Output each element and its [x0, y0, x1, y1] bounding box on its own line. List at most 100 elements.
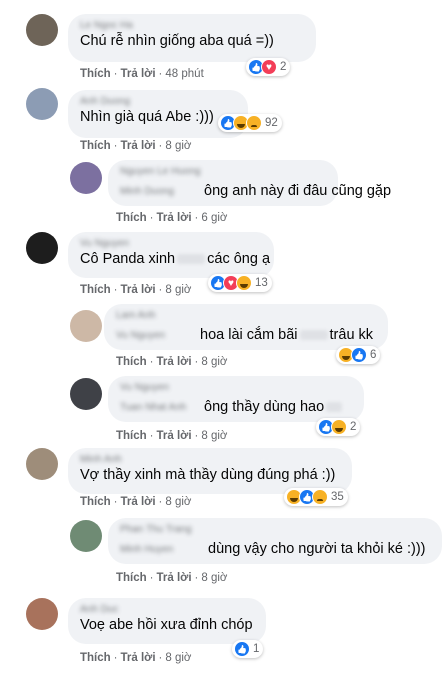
reactions-summary[interactable]: 92 — [218, 114, 282, 132]
like-button[interactable]: Thích — [80, 68, 111, 80]
avatar[interactable] — [26, 14, 58, 46]
like-button[interactable]: Thích — [116, 212, 147, 224]
sad-icon — [312, 489, 328, 505]
author-name[interactable]: Minh Anh — [80, 454, 340, 466]
timestamp[interactable]: 8 giờ — [201, 572, 227, 584]
timestamp[interactable]: 8 giờ — [165, 652, 191, 664]
censored-text — [299, 330, 328, 341]
comment-text: ông thầy dùng hao — [204, 398, 344, 417]
reply-button[interactable]: Trả lời — [157, 430, 192, 442]
reply-button[interactable]: Trả lời — [121, 140, 156, 152]
reactions-summary[interactable]: 6 — [336, 346, 381, 364]
comment-actions: Thích · Trả lời · 8 giờ — [80, 652, 191, 664]
avatar[interactable] — [26, 232, 58, 264]
comment-text: ông anh này đi đâu cũng gặp — [204, 183, 392, 199]
avatar[interactable] — [70, 310, 102, 342]
comment-text-part: trâu kk — [329, 327, 374, 343]
timestamp[interactable]: 8 giờ — [165, 496, 191, 508]
comment-text-part: ông thầy dùng hao — [204, 399, 325, 415]
author-name[interactable]: Anh Duong — [80, 96, 236, 108]
censored-text — [326, 402, 343, 413]
reactions-summary[interactable]: 2 — [246, 58, 291, 76]
timestamp[interactable]: 8 giờ — [201, 430, 227, 442]
comment-text: Vợ thầy xinh mà thầy dùng đúng phá :)) — [80, 467, 336, 483]
comment-text: Chú rễ nhìn giống aba quá =)) — [80, 33, 274, 49]
comment-bubble: Vu Nguyen Tuan Nhat Anh ông thầy dùng ha… — [108, 376, 364, 422]
reply-button[interactable]: Trả lời — [121, 496, 156, 508]
comment-text: dùng vậy cho người ta khỏi ké :))) — [208, 541, 426, 557]
timestamp[interactable]: 8 giờ — [165, 284, 191, 296]
like-button[interactable]: Thích — [80, 140, 111, 152]
like-button[interactable]: Thích — [116, 430, 147, 442]
like-button[interactable]: Thích — [116, 572, 147, 584]
reply-button[interactable]: Trả lời — [121, 68, 156, 80]
comment-text-part: Cô Panda xinh — [80, 251, 176, 267]
comment-actions: Thích · Trả lời · 8 giờ — [80, 284, 191, 296]
reply-button[interactable]: Trả lời — [121, 652, 156, 664]
timestamp[interactable]: 8 giờ — [201, 356, 227, 368]
reply-button[interactable]: Trả lời — [121, 284, 156, 296]
reply-button[interactable]: Trả lời — [157, 356, 192, 368]
reply-button[interactable]: Trả lời — [157, 572, 192, 584]
separator: · — [149, 356, 154, 368]
comment-text-part: hoa lài cắm bãi — [200, 327, 298, 343]
comment-text: Voẹ abe hồi xưa đỉnh chóp — [80, 617, 253, 633]
reaction-count: 13 — [255, 277, 268, 289]
author-name[interactable]: Vu Nguyen — [80, 238, 262, 250]
like-button[interactable]: Thích — [80, 652, 111, 664]
reaction-count: 2 — [350, 421, 357, 433]
comment-actions: Thích · Trả lời · 48 phút — [80, 68, 204, 80]
comment-bubble: Nguyen Le Huong Minh Duong ông anh này đ… — [108, 160, 391, 206]
comment-text-part: các ông ạ — [207, 251, 271, 267]
like-icon — [351, 347, 367, 363]
like-button[interactable]: Thích — [80, 496, 111, 508]
separator: · — [149, 572, 154, 584]
reply-button[interactable]: Trả lời — [157, 212, 192, 224]
separator: · — [158, 140, 163, 152]
author-name-secondary[interactable]: Minh Duong — [120, 186, 174, 198]
comment-actions: Thích · Trả lời · 8 giờ — [116, 356, 227, 368]
comment-bubble: Anh Duc Voẹ abe hồi xưa đỉnh chóp — [68, 598, 266, 644]
separator: · — [158, 496, 163, 508]
avatar[interactable] — [70, 520, 102, 552]
author-name[interactable]: Anh Duc — [80, 604, 254, 616]
comment-actions: Thích · Trả lời · 8 giờ — [116, 572, 227, 584]
avatar[interactable] — [26, 448, 58, 480]
like-button[interactable]: Thích — [116, 356, 147, 368]
comment-actions: Thích · Trả lời · 8 giờ — [116, 430, 227, 442]
separator: · — [149, 212, 154, 224]
author-name[interactable]: Le Ngoc Ha — [80, 20, 304, 32]
reactions-summary[interactable]: 1 — [232, 640, 264, 658]
comment-actions: Thích · Trả lời · 6 giờ — [116, 212, 227, 224]
avatar[interactable] — [70, 378, 102, 410]
like-button[interactable]: Thích — [80, 284, 111, 296]
comment-actions: Thích · Trả lời · 8 giờ — [80, 496, 191, 508]
reaction-count: 6 — [370, 349, 377, 361]
comment-bubble: Anh Duong Nhìn già quá Abe :))) — [68, 90, 248, 138]
timestamp[interactable]: 48 phút — [165, 68, 203, 80]
separator: · — [149, 430, 154, 442]
separator: · — [194, 212, 199, 224]
author-name-secondary[interactable]: Tuan Nhat Anh — [120, 402, 186, 414]
author-name[interactable]: Lam Anh — [116, 310, 376, 322]
author-name[interactable]: Vu Nguyen — [120, 382, 352, 394]
reaction-count: 1 — [253, 643, 260, 655]
sad-icon — [246, 115, 262, 131]
reactions-summary[interactable]: 35 — [284, 488, 348, 506]
avatar[interactable] — [26, 88, 58, 120]
author-name-secondary[interactable]: Minh Huyen — [120, 544, 173, 556]
reactions-summary[interactable]: 2 — [316, 418, 361, 436]
author-name[interactable]: Nguyen Le Huong — [120, 166, 326, 178]
reactions-summary[interactable]: 13 — [208, 274, 272, 292]
author-name[interactable]: Phan Thu Trang — [120, 524, 430, 536]
separator: · — [113, 140, 118, 152]
comment-bubble: Lam Anh Vu Nguyen hoa lài cắm bãi trâu kk — [104, 304, 388, 350]
timestamp[interactable]: 8 giờ — [165, 140, 191, 152]
timestamp[interactable]: 6 giờ — [201, 212, 227, 224]
author-name-secondary[interactable]: Vu Nguyen — [116, 330, 165, 342]
reaction-count: 35 — [331, 491, 344, 503]
haha-icon — [331, 419, 347, 435]
avatar[interactable] — [70, 162, 102, 194]
comment-actions: Thích · Trả lời · 8 giờ — [80, 140, 191, 152]
avatar[interactable] — [26, 598, 58, 630]
